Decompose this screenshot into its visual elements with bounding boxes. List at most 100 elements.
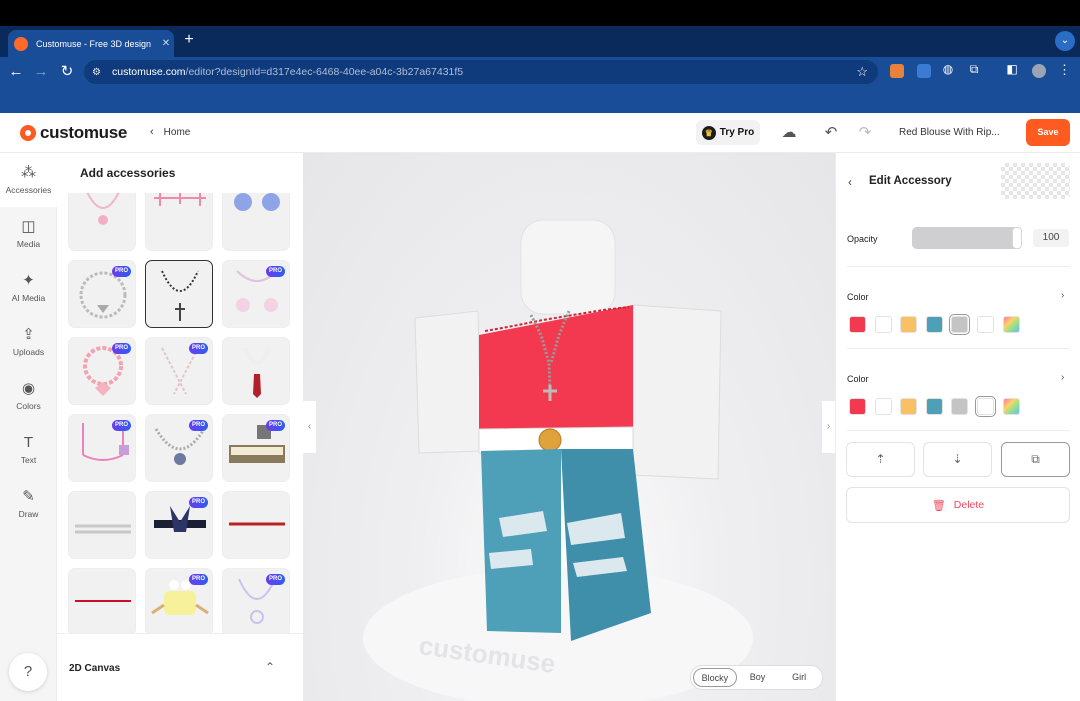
custom-color-picker-swatch[interactable]: [1002, 316, 1020, 333]
canvas-2d-drawer[interactable]: 2D Canvas ⌃: [57, 633, 303, 701]
extensions-puzzle-icon[interactable]: ⧉: [966, 62, 982, 77]
extension-badge-icon[interactable]: [917, 64, 931, 78]
3d-viewport[interactable]: customuse ‹ › Blocky Boy Girl: [303, 153, 835, 701]
color-swatch[interactable]: [951, 398, 969, 415]
collapse-left-panel-button[interactable]: ‹: [303, 401, 316, 453]
accessory-tile-grey-lace-band[interactable]: [68, 491, 136, 559]
accessory-tile-pink-bows-straps[interactable]: PRO: [222, 260, 290, 328]
chevron-up-icon[interactable]: ⌃: [265, 660, 275, 674]
accessory-thumbnail: [75, 524, 131, 534]
forward-arrow-icon[interactable]: →: [32, 63, 50, 81]
new-tab-button[interactable]: +: [180, 30, 198, 50]
color-swatch[interactable]: [949, 314, 971, 335]
chevron-right-icon[interactable]: ›: [1061, 372, 1064, 383]
accessory-tile-pink-bow-chains[interactable]: PRO: [145, 337, 213, 405]
cloud-save-icon[interactable]: ☁: [779, 123, 799, 141]
accessory-tile-chain-orb-pendant[interactable]: PRO: [145, 414, 213, 482]
accessory-tile-heart-necklace-pink[interactable]: [68, 193, 136, 251]
crown-icon: ♛: [701, 125, 716, 140]
back-chevron-icon[interactable]: ‹: [848, 175, 852, 189]
color-swatches-2: [849, 396, 1028, 417]
rail-item-colors[interactable]: ◉ Colors: [0, 379, 57, 411]
rail-item-ai-media[interactable]: ✦ AI Media: [0, 271, 57, 303]
right-leg-jeans: [561, 449, 651, 641]
customuse-logo[interactable]: customuse: [20, 123, 127, 143]
color-swatch[interactable]: [925, 398, 943, 415]
color-swatches-1: [849, 314, 1028, 335]
color-swatch[interactable]: [900, 316, 918, 333]
accessory-tile-silver-chain-heart[interactable]: PRO: [68, 260, 136, 328]
send-backward-button[interactable]: ⇣: [923, 442, 992, 477]
accessory-tile-navy-bow-band[interactable]: PRO: [145, 491, 213, 559]
bring-forward-button[interactable]: ⇡: [846, 442, 915, 477]
accessory-thumbnail: [161, 270, 199, 321]
profile-avatar[interactable]: [1032, 64, 1046, 78]
accessory-grid-scroll[interactable]: PRO PRO PRO PRO PRO PRO PRO PRO PRO PRO: [68, 193, 292, 673]
color-swatch[interactable]: [900, 398, 918, 415]
chevron-right-icon[interactable]: ›: [1061, 290, 1064, 301]
rail-item-uploads[interactable]: ⇪ Uploads: [0, 325, 57, 357]
address-bar[interactable]: ⚙ customuse.com/editor?designId=d317e4ec…: [84, 60, 878, 84]
pro-badge: PRO: [111, 343, 131, 354]
opacity-slider[interactable]: [912, 227, 1022, 249]
color-label-1: Color: [847, 292, 869, 302]
reload-icon[interactable]: ↻: [58, 63, 76, 81]
accessory-tile-pink-ruffle-bow[interactable]: PRO: [68, 337, 136, 405]
color-swatch[interactable]: [849, 316, 866, 333]
color-swatch[interactable]: [925, 316, 943, 333]
accessory-tile-bunny-bag[interactable]: PRO: [145, 568, 213, 636]
rail-item-text[interactable]: T Text: [0, 433, 57, 465]
opacity-slider-fill: [912, 227, 1022, 249]
accessory-tile-pink-straps-bag[interactable]: PRO: [68, 414, 136, 482]
collapse-right-panel-button[interactable]: ›: [822, 401, 835, 453]
design-name[interactable]: Red Blouse With Rip...: [899, 127, 1009, 138]
toggle-girl[interactable]: Girl: [778, 668, 820, 687]
globe-extension-icon[interactable]: ◍: [940, 62, 956, 76]
accessory-tile-red-thin-band[interactable]: [68, 568, 136, 636]
duplicate-button[interactable]: ⧉: [1001, 442, 1070, 477]
avatar-scene[interactable]: customuse: [303, 153, 835, 701]
home-link[interactable]: ‹ Home: [150, 126, 190, 138]
toggle-boy[interactable]: Boy: [737, 668, 779, 687]
accessory-tile-blue-bows[interactable]: [222, 193, 290, 251]
side-panel-icon[interactable]: ◧: [1004, 62, 1020, 76]
accessory-tile-rosary-cross[interactable]: [145, 260, 213, 328]
color-swatch[interactable]: [874, 316, 892, 333]
custom-color-picker-swatch[interactable]: [1002, 398, 1020, 415]
accessory-tile-lavender-necklace[interactable]: PRO: [222, 568, 290, 636]
accessory-tile-red-thin-belt[interactable]: [222, 491, 290, 559]
bookmark-star-icon[interactable]: ☆: [856, 64, 868, 80]
accessory-tile-striped-collar[interactable]: PRO: [222, 414, 290, 482]
delete-button[interactable]: 🗑 Delete: [846, 487, 1070, 523]
rail-item-media[interactable]: ◫ Media: [0, 217, 57, 249]
site-info-icon[interactable]: ⚙: [92, 67, 106, 78]
tab-close-icon[interactable]: ✕: [158, 38, 174, 49]
accessories-icon: ⁂: [21, 164, 36, 181]
divider: [847, 348, 1070, 349]
metamask-extension-icon[interactable]: [890, 64, 904, 78]
color-swatch[interactable]: [976, 316, 994, 333]
tab-search-button[interactable]: ⌄: [1055, 31, 1075, 51]
opacity-slider-thumb[interactable]: [1012, 227, 1022, 249]
undo-icon[interactable]: ↶: [821, 123, 841, 141]
rail-label: Colors: [16, 401, 41, 411]
back-arrow-icon[interactable]: ←: [7, 63, 25, 81]
redo-icon[interactable]: ↷: [855, 123, 875, 141]
save-button[interactable]: Save: [1026, 119, 1070, 146]
pro-badge: PRO: [265, 266, 285, 277]
opacity-value-input[interactable]: 100: [1033, 229, 1069, 247]
browser-tab[interactable]: Customuse - Free 3D design ✕: [8, 30, 174, 57]
right-arm: [632, 304, 722, 480]
accessory-tile-pink-crop-straps[interactable]: [145, 193, 213, 251]
canvas-2d-label: 2D Canvas: [69, 663, 121, 674]
rail-item-draw[interactable]: ✎ Draw: [0, 487, 57, 519]
toggle-blocky[interactable]: Blocky: [693, 668, 737, 687]
rail-item-accessories[interactable]: ⁂ Accessories: [0, 153, 57, 207]
accessory-tile-red-tie[interactable]: [222, 337, 290, 405]
color-swatch[interactable]: [849, 398, 866, 415]
help-button[interactable]: ?: [9, 653, 47, 691]
color-swatch[interactable]: [974, 396, 996, 417]
browser-menu-icon[interactable]: ⋮: [1058, 62, 1071, 78]
try-pro-button[interactable]: ♛ Try Pro: [696, 120, 760, 145]
color-swatch[interactable]: [874, 398, 892, 415]
